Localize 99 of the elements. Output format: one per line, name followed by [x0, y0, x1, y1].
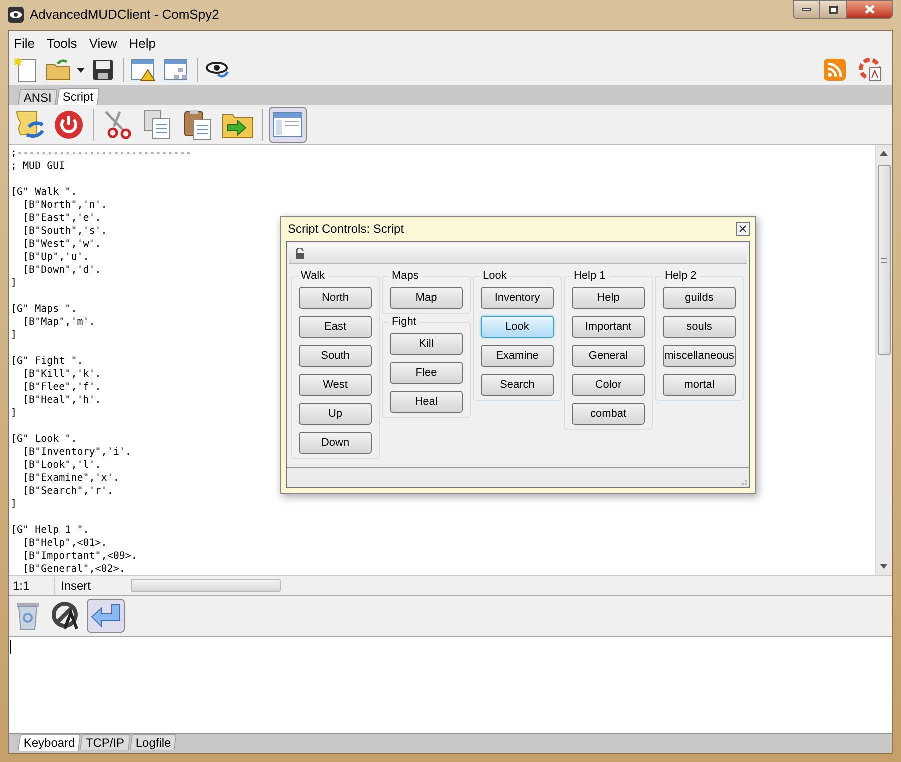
- maximize-button[interactable]: [820, 0, 847, 19]
- code-line: [B"Map",'m'.: [22, 316, 96, 329]
- group-title: Help 2: [662, 269, 700, 283]
- edit-mode: Insert: [60, 578, 92, 594]
- code-line: [B"Up",'u'.: [22, 251, 90, 264]
- code-line: ; MUD GUI: [11, 160, 66, 173]
- group-title: Help 1: [571, 269, 609, 283]
- clipboard-icon: [183, 108, 213, 140]
- script-button[interactable]: Flee: [390, 362, 463, 384]
- code-line: [B"Important",<09>.: [22, 550, 138, 563]
- tab[interactable]: TCP/IP: [80, 734, 132, 750]
- script-button[interactable]: Examine: [481, 345, 554, 367]
- code-line: [B"Look",'l'.: [22, 459, 102, 472]
- window-icon: [273, 110, 303, 138]
- command-input[interactable]: [9, 637, 892, 733]
- vertical-scrollbar[interactable]: [875, 145, 892, 575]
- code-line: [B"South",'s'.: [22, 225, 108, 238]
- minimize-button[interactable]: [793, 0, 820, 19]
- window-network-icon: [164, 58, 190, 82]
- recycle-bin-icon: [15, 601, 41, 631]
- code-line: [B"North",'n'.: [22, 199, 108, 212]
- script-button[interactable]: Inventory: [481, 287, 554, 309]
- folder-icon: [46, 59, 72, 81]
- prohibited-letter-icon: [51, 601, 81, 631]
- tab[interactable]: Logfile: [130, 734, 178, 750]
- code-line: ]: [11, 277, 18, 290]
- return-arrow-icon: [90, 603, 122, 629]
- close-button[interactable]: [736, 222, 750, 236]
- code-line: [B"Search",'r'.: [22, 485, 114, 498]
- code-line: [G" Help 1 ".: [11, 524, 90, 537]
- script-button[interactable]: souls: [663, 316, 736, 338]
- script-button[interactable]: Down: [299, 432, 372, 454]
- tab[interactable]: ANSI: [18, 89, 58, 105]
- code-line: [B"Examine",'x'.: [22, 472, 120, 485]
- code-line: ]: [11, 329, 18, 342]
- code-line: [G" Walk ".: [11, 186, 78, 199]
- code-line: [B"East",'e'.: [22, 212, 102, 225]
- lifebuoy-document-icon: [859, 58, 883, 82]
- scroll-down-icon: [880, 564, 888, 569]
- code-line: [B"West",'w'.: [22, 238, 102, 251]
- tab[interactable]: Keyboard: [18, 734, 82, 751]
- scissors-icon: [102, 108, 134, 140]
- code-line: [G" Fight ".: [11, 355, 84, 368]
- menu-item[interactable]: Help: [129, 34, 156, 54]
- script-button[interactable]: Help: [572, 287, 645, 309]
- resize-grip-icon: [739, 477, 747, 485]
- window-warning-icon: [131, 58, 157, 82]
- script-button[interactable]: East: [299, 316, 372, 338]
- code-line: ]: [11, 498, 18, 511]
- power-icon: [54, 110, 84, 140]
- script-button[interactable]: Look: [481, 316, 554, 338]
- menu-item[interactable]: View: [89, 34, 118, 54]
- new-file-icon: [14, 57, 38, 83]
- code-line: [G" Maps ".: [11, 303, 78, 316]
- app-eye-icon: [8, 7, 24, 23]
- unlocked-padlock-icon: [295, 248, 305, 259]
- dialog-title: Script Controls: Script: [288, 221, 404, 238]
- code-line: ;-----------------------------: [11, 147, 192, 160]
- script-button[interactable]: Up: [299, 403, 372, 425]
- script-button[interactable]: West: [299, 374, 372, 396]
- script-button[interactable]: Map: [390, 287, 463, 309]
- code-line: [B"Kill",'k'.: [22, 368, 102, 381]
- close-button[interactable]: [847, 0, 893, 19]
- script-button[interactable]: mortal: [663, 374, 736, 396]
- code-line: [B"Down",'d'.: [22, 264, 102, 277]
- scroll-up-icon: [880, 151, 888, 156]
- window-title: AdvancedMUDClient - ComSpy2: [30, 6, 220, 24]
- enter-button[interactable]: [87, 599, 125, 633]
- script-button[interactable]: Important: [572, 316, 645, 338]
- dropdown-caret-icon[interactable]: [77, 68, 85, 72]
- eye-icon: [206, 60, 230, 80]
- tab[interactable]: Script: [56, 88, 100, 105]
- code-line: [B"Help",<01>.: [22, 537, 108, 550]
- script-button[interactable]: Search: [481, 374, 554, 396]
- close-icon: [739, 225, 747, 233]
- rss-icon: [824, 59, 846, 81]
- script-button[interactable]: Heal: [390, 391, 463, 413]
- script-button[interactable]: combat: [572, 403, 645, 425]
- code-line: [B"Inventory",'i'.: [22, 446, 132, 459]
- code-line: [B"Flee",'f'.: [22, 381, 102, 394]
- copy-documents-icon: [143, 108, 173, 140]
- menu-item[interactable]: File: [14, 34, 35, 54]
- close-icon: [864, 5, 874, 14]
- script-controls-button[interactable]: [269, 106, 307, 142]
- script-button[interactable]: miscellaneous: [663, 345, 736, 367]
- code-line: [B"General",<02>.: [22, 563, 126, 576]
- cursor-position: 1:1: [9, 576, 55, 594]
- script-button[interactable]: General: [572, 345, 645, 367]
- code-line: [G" Look ".: [11, 433, 78, 446]
- menu-item[interactable]: Tools: [46, 34, 78, 54]
- script-button[interactable]: Kill: [390, 333, 463, 355]
- group-title: Fight: [389, 315, 420, 329]
- script-button[interactable]: South: [299, 345, 372, 367]
- group-title: Maps: [389, 269, 422, 283]
- script-button[interactable]: Color: [572, 374, 645, 396]
- script-button[interactable]: guilds: [663, 287, 736, 309]
- script-button[interactable]: North: [299, 287, 372, 309]
- code-line: ]: [11, 407, 18, 420]
- code-line: [B"Heal",'h'.: [22, 394, 102, 407]
